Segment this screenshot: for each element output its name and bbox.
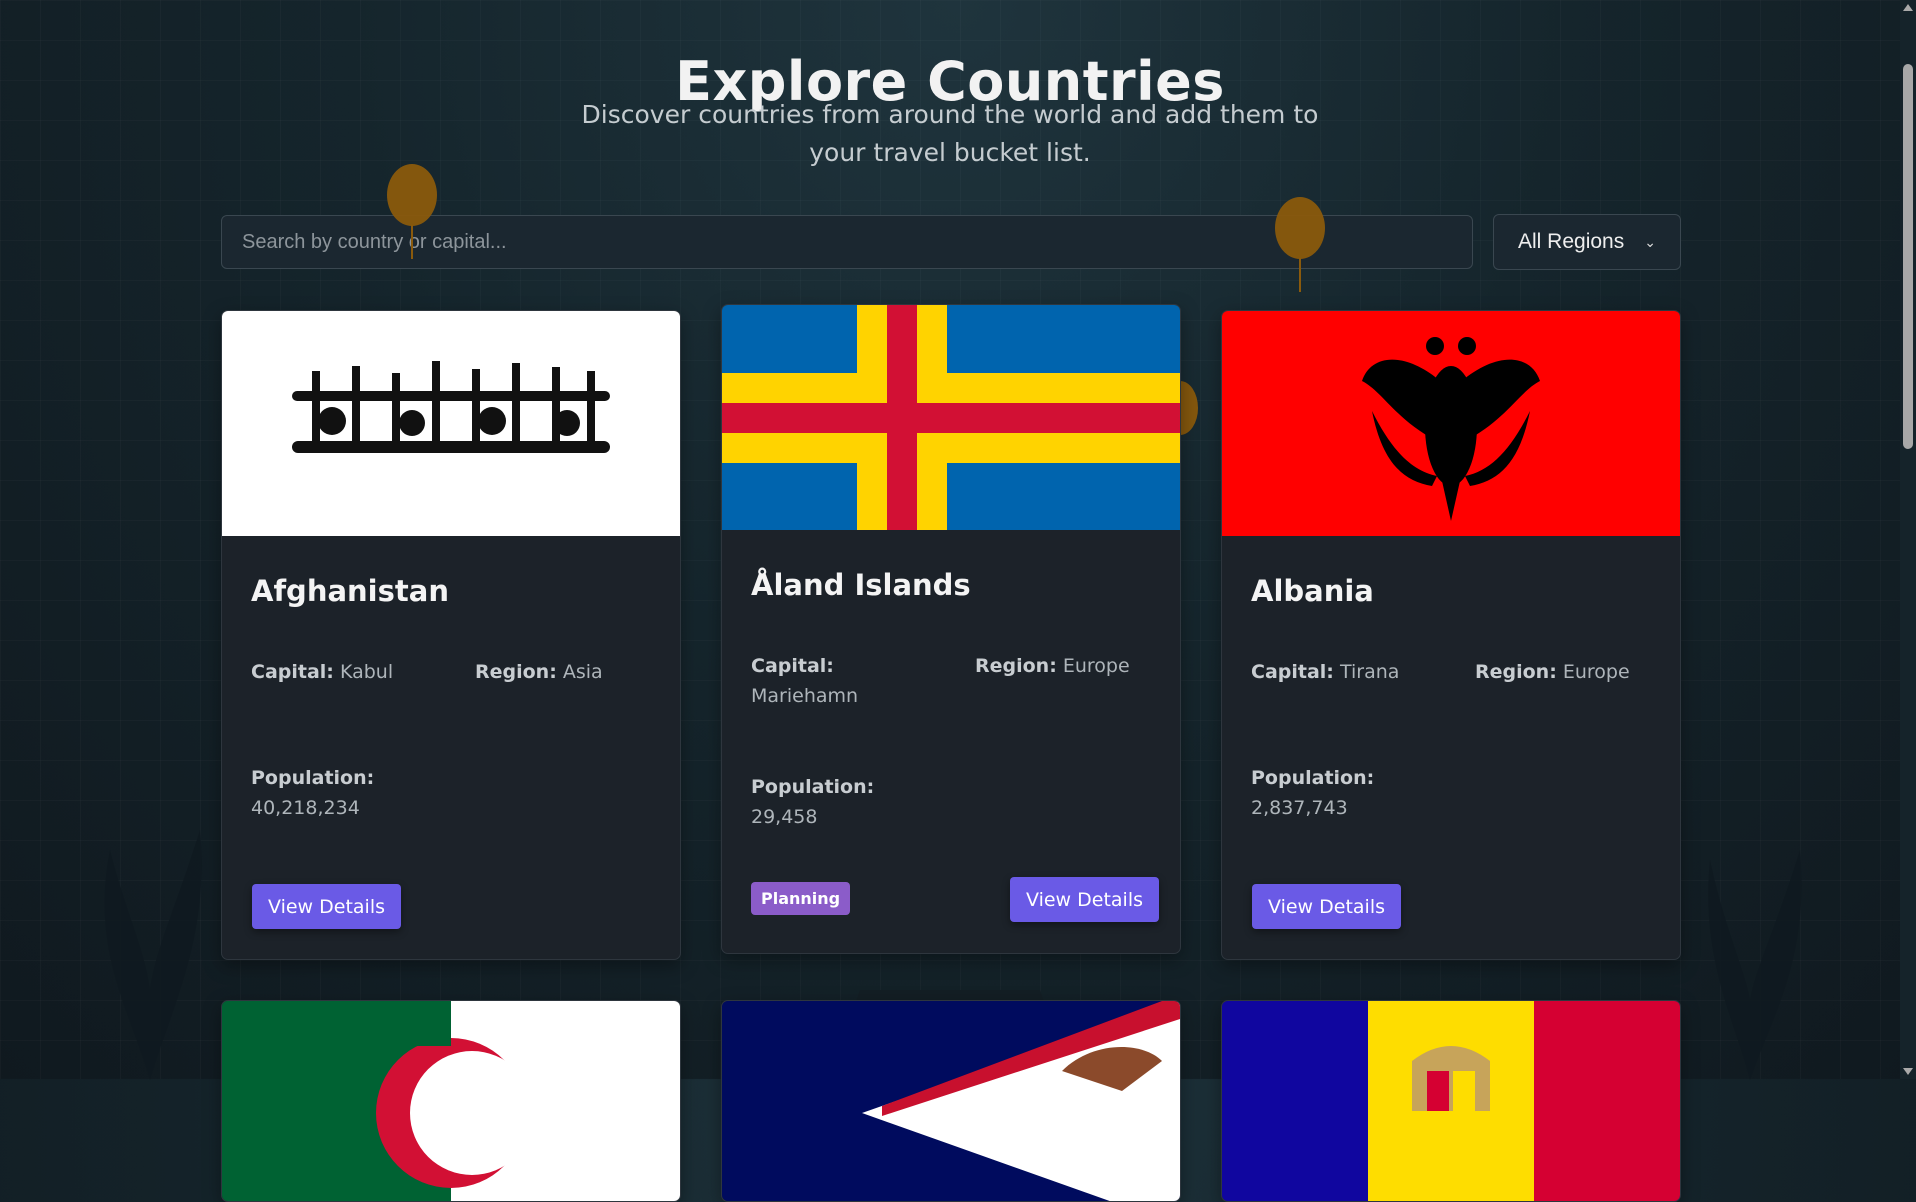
view-details-button[interactable]: View Details (1010, 877, 1159, 922)
population-field: Population: 40,218,234 (251, 767, 375, 819)
population-field: Population: 29,458 (751, 776, 875, 828)
decorative-plant-left-icon (104, 830, 202, 1080)
decorative-plant-right-icon (1708, 850, 1802, 1080)
region-field: Region: Europe (975, 655, 1130, 677)
country-card-afghanistan: Afghanistan Capital: Kabul Region: Asia … (221, 310, 681, 960)
region-select-value: All Regions (1518, 230, 1625, 253)
chevron-down-icon: ⌄ (1644, 233, 1656, 250)
country-card-aland-islands: Åland Islands Capital: Mariehamn Region:… (721, 304, 1181, 954)
capital-field: Capital: Tirana (1251, 661, 1400, 683)
flag-afghanistan-icon (222, 311, 680, 536)
flag-american-samoa-icon (722, 1001, 1180, 1201)
country-card-algeria (221, 1000, 681, 1202)
balloon-icon (387, 164, 437, 259)
flag-andorra-icon (1222, 1001, 1680, 1201)
country-name: Afghanistan (251, 574, 449, 608)
region-select[interactable]: All Regions ⌄ (1493, 214, 1681, 270)
balloon-icon (1275, 197, 1325, 292)
region-field: Region: Europe (1475, 661, 1630, 683)
scrollbar-thumb[interactable] (1903, 64, 1913, 449)
flag-algeria-icon (222, 1001, 680, 1201)
country-card-andorra (1221, 1000, 1681, 1202)
country-name: Åland Islands (751, 568, 971, 602)
flag-albania-icon (1222, 311, 1680, 536)
population-field: Population: 2,837,743 (1251, 767, 1375, 819)
view-details-button[interactable]: View Details (1252, 884, 1401, 929)
view-details-button[interactable]: View Details (252, 884, 401, 929)
capital-field: Capital: Kabul (251, 661, 394, 683)
page-scrollbar[interactable] (1900, 0, 1916, 1079)
flag-aland-islands-icon (722, 305, 1180, 530)
status-badge: Planning (751, 882, 851, 915)
country-name: Albania (1251, 574, 1374, 608)
scroll-down-icon[interactable] (1903, 1068, 1913, 1075)
country-card-albania: Albania Capital: Tirana Region: Europe P… (1221, 310, 1681, 960)
region-field: Region: Asia (475, 661, 603, 683)
scroll-up-icon[interactable] (1903, 4, 1913, 11)
capital-field: Capital: Mariehamn (751, 655, 859, 707)
country-card-american-samoa (721, 1000, 1181, 1202)
page-subtitle: Discover countries from around the world… (581, 100, 1319, 167)
